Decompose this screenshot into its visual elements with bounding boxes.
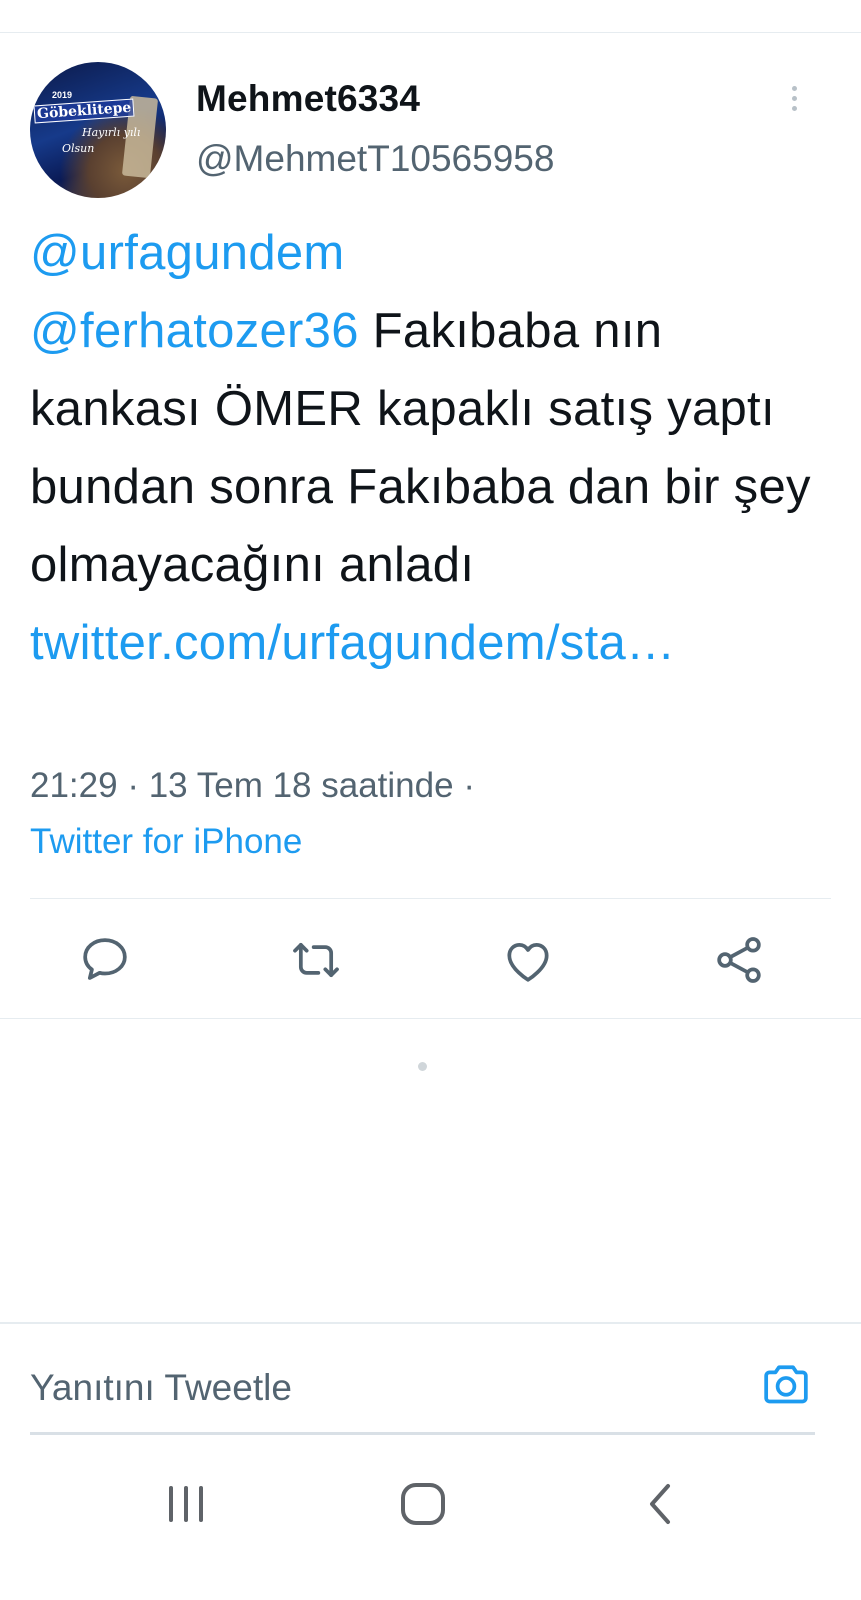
author-display-name[interactable]: Mehmet6334 bbox=[196, 78, 420, 120]
reply-button[interactable] bbox=[77, 932, 133, 988]
avatar-line3: Olsun bbox=[62, 142, 95, 155]
retweet-icon bbox=[293, 942, 339, 978]
back-icon bbox=[650, 1484, 670, 1524]
speech-bubble-icon bbox=[83, 938, 127, 980]
reply-bar-divider bbox=[0, 1322, 861, 1324]
home-icon bbox=[401, 1483, 445, 1525]
avatar-year: 2019 bbox=[52, 90, 73, 100]
tweet-timestamp: 21:29 · 13 Tem 18 saatinde · bbox=[30, 766, 475, 806]
meta-separator: · bbox=[127, 766, 139, 805]
action-bar-divider bbox=[30, 898, 831, 899]
heart-icon bbox=[507, 942, 549, 982]
loading-indicator bbox=[418, 1062, 427, 1071]
mention-link[interactable]: @urfagundem bbox=[30, 226, 345, 280]
like-button[interactable] bbox=[500, 932, 556, 988]
more-options-icon[interactable] bbox=[788, 86, 800, 120]
tweet-time: 21:29 bbox=[30, 766, 118, 805]
share-icon bbox=[717, 937, 761, 983]
back-button[interactable] bbox=[640, 1470, 680, 1540]
meta-separator: · bbox=[463, 766, 475, 805]
reply-input[interactable] bbox=[30, 1358, 710, 1418]
action-bar-bottom-divider bbox=[0, 1018, 861, 1019]
avatar-line2: Hayırlı yılı bbox=[82, 126, 141, 139]
share-button[interactable] bbox=[711, 932, 767, 988]
recent-apps-button[interactable] bbox=[165, 1470, 209, 1540]
reply-input-underline bbox=[30, 1432, 815, 1435]
author-handle[interactable]: @MehmetT10565958 bbox=[196, 138, 554, 180]
tweet-url-link[interactable]: twitter.com/urfagundem/sta… bbox=[30, 616, 675, 670]
recent-apps-icon bbox=[169, 1486, 203, 1522]
top-divider bbox=[0, 32, 861, 33]
camera-button[interactable] bbox=[758, 1356, 814, 1412]
tweet-source-link[interactable]: Twitter for iPhone bbox=[30, 822, 302, 862]
avatar-title: Göbeklitepe bbox=[33, 98, 135, 124]
tweet-date: 13 Tem 18 saatinde bbox=[148, 766, 454, 805]
retweet-button[interactable] bbox=[288, 932, 344, 988]
tweet-text: @urfagundem @ferhatozer36 Fakıbaba nın k… bbox=[30, 214, 830, 682]
home-button[interactable] bbox=[398, 1470, 448, 1540]
avatar[interactable]: 2019 Göbeklitepe Hayırlı yılı Olsun bbox=[30, 62, 166, 198]
camera-icon bbox=[764, 1365, 808, 1404]
mention-link[interactable]: @ferhatozer36 bbox=[30, 304, 359, 358]
